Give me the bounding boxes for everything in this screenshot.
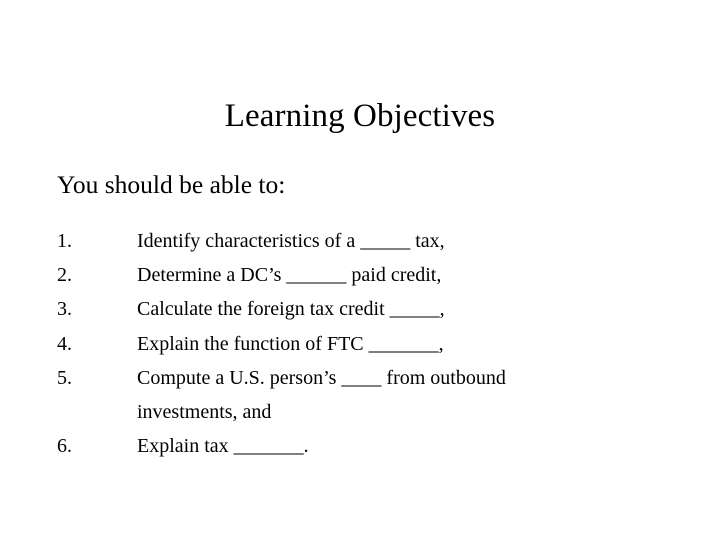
list-item-text: Explain the function of FTC _______, [137, 332, 444, 355]
list-item-text: Compute a U.S. person’s ____ from outbou… [137, 366, 506, 424]
slide-subtitle: You should be able to: [57, 170, 286, 199]
objectives-list: 1. Identify characteristics of a _____ t… [57, 224, 657, 463]
list-item-text: Identify characteristics of a _____ tax, [137, 230, 445, 252]
list-item-number: 4. [57, 332, 72, 355]
list-item-text: Explain tax _______. [137, 435, 309, 458]
list-item-number: 2. [57, 264, 72, 287]
list-item: 2. Determine a DC’s ______ paid credit, [57, 258, 657, 292]
list-item: 5. Compute a U.S. person’s ____ from out… [57, 361, 657, 429]
page-title: Learning Objectives [224, 98, 496, 135]
list-item-number: 5. [57, 366, 72, 389]
list-item: 1. Identify characteristics of a _____ t… [57, 224, 657, 258]
list-item-number: 1. [57, 230, 72, 252]
list-item-text: Determine a DC’s ______ paid credit, [137, 264, 442, 287]
list-item: 6. Explain tax _______. [57, 429, 657, 463]
list-item: 3. Calculate the foreign tax credit ____… [57, 292, 657, 326]
list-item-text: Calculate the foreign tax credit _____, [137, 298, 445, 321]
list-item-number: 6. [57, 435, 72, 458]
list-item-number: 3. [57, 298, 72, 321]
slide-canvas: Learning Objectives You should be able t… [0, 0, 720, 540]
list-item: 4. Explain the function of FTC _______, [57, 327, 657, 361]
